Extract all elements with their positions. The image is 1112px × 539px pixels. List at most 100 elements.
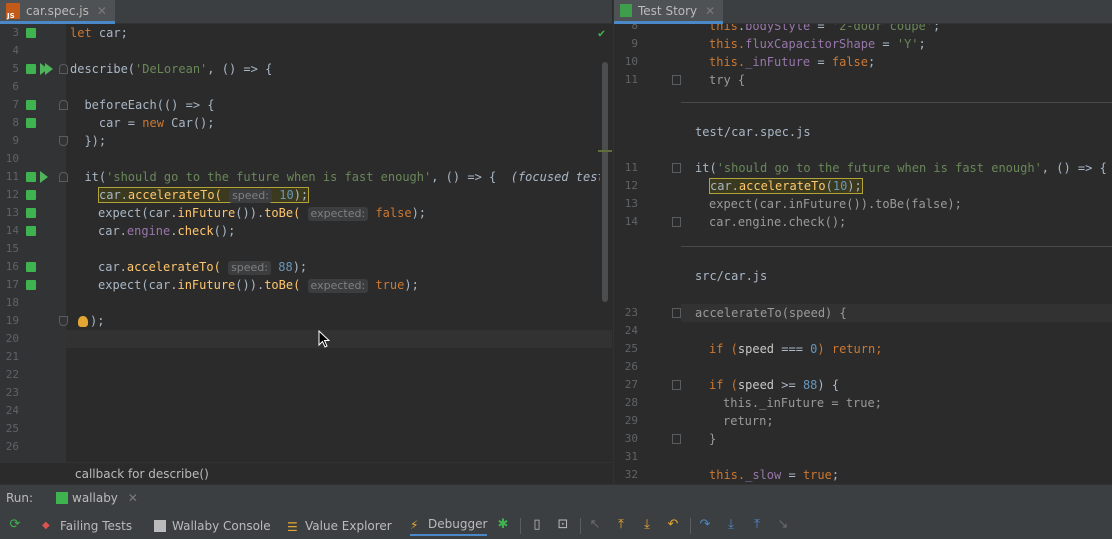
tab-car-spec-js[interactable]: car.spec.js ✕ (0, 0, 115, 24)
run-tool-window-header: Run: wallaby ✕ (0, 484, 1112, 512)
vertical-scrollbar[interactable] (602, 62, 608, 302)
fold-icon[interactable] (672, 308, 681, 318)
line-number: 22 (5, 368, 19, 381)
book-icon[interactable]: ▯ (530, 518, 544, 532)
story-line: car.engine.check(); (709, 215, 847, 229)
story-line: return; (723, 414, 774, 428)
run-label: Run: (6, 491, 34, 505)
coverage-indicator-icon (26, 28, 36, 38)
breadcrumb[interactable]: callback for describe() (0, 462, 612, 484)
gutter-line[interactable]: 13 (0, 204, 66, 222)
tab-value-explorer[interactable]: ☰ Value Explorer (287, 516, 392, 536)
fold-icon[interactable] (59, 316, 68, 326)
fold-icon[interactable] (672, 163, 681, 173)
gutter-line[interactable]: 26 (0, 438, 66, 456)
tab-debugger[interactable]: ⚡ Debugger (410, 516, 488, 536)
gutter-line[interactable]: 7 (0, 96, 68, 114)
gutter-line[interactable]: 10 (0, 150, 66, 168)
line-number: 3 (12, 26, 19, 39)
run-test-icon[interactable] (40, 171, 48, 183)
gutter-line[interactable]: 5 (0, 60, 68, 78)
tab-wallaby-console[interactable]: Wallaby Console (154, 516, 271, 536)
fold-icon[interactable] (672, 434, 681, 444)
gutter-line[interactable]: 25 (0, 420, 66, 438)
gutter-line[interactable]: 4 (0, 42, 66, 60)
tab-failing-tests[interactable]: ◆ Failing Tests (42, 516, 132, 536)
line-number: 23 (5, 386, 19, 399)
line-number: 24 (5, 404, 19, 417)
story-content[interactable]: 8 this.bodyStyle = '2-door coupe'; 9 thi… (614, 24, 1112, 484)
fold-icon[interactable] (59, 136, 68, 146)
coverage-indicator-icon (26, 190, 36, 200)
step-out-icon[interactable]: ⤒ (750, 518, 764, 532)
step-down-icon[interactable]: ⤓ (640, 518, 654, 532)
step-up-icon[interactable]: ⤒ (614, 518, 628, 532)
gutter-line[interactable]: 12 (0, 186, 66, 204)
focused-test-note: (focused test) (510, 170, 600, 184)
section-separator (681, 246, 1112, 247)
story-line: it('should go to the future when is fast… (695, 161, 1107, 175)
step-into-icon[interactable]: ⤓ (724, 518, 738, 532)
list-icon: ☰ (287, 520, 298, 534)
run-tab-wallaby[interactable]: wallaby ✕ (56, 491, 138, 505)
gutter-line[interactable]: 24 (0, 402, 66, 420)
gutter-line[interactable]: 15 (0, 240, 66, 258)
gutter-line[interactable]: 14 (0, 222, 66, 240)
lightbulb-icon[interactable] (78, 316, 88, 327)
left-gutter: 3 4 5 6 7 8 9 10 11 12 13 14 15 16 17 18 19 20 21 22 23 24 25 2… (0, 24, 68, 462)
gutter-line[interactable]: 6 (0, 78, 66, 96)
step-over-icon[interactable]: ↷ (698, 518, 712, 532)
fold-icon[interactable] (672, 75, 681, 85)
param-hint: speed: (229, 189, 272, 203)
code-line-17: expect(car.inFuture()).toBe( expected: t… (98, 278, 419, 293)
close-icon[interactable]: ✕ (97, 4, 107, 18)
story-line: this._inFuture = false; (709, 55, 876, 69)
fold-icon[interactable] (59, 172, 68, 182)
fold-icon[interactable] (672, 217, 681, 227)
tab-label: car.spec.js (26, 3, 89, 18)
gutter-line[interactable]: 17 (0, 276, 66, 294)
step-back-icon[interactable]: ↶ (666, 518, 680, 532)
section-title-src-file[interactable]: src/car.js (695, 267, 767, 285)
gutter-line[interactable]: 20 (0, 330, 66, 348)
fold-icon[interactable] (59, 64, 68, 74)
section-title-test-file[interactable]: test/car.spec.js (695, 123, 811, 141)
gutter-line[interactable]: 21 (0, 348, 66, 366)
rerun-icon[interactable]: ⟳ (8, 518, 22, 532)
tab-label: Test Story (638, 3, 698, 18)
code-line-14: car.engine.check(); (98, 224, 236, 238)
story-line: expect(car.inFuture()).toBe(false); (709, 197, 962, 211)
gutter-line[interactable]: 23 (0, 384, 66, 402)
coverage-indicator-icon (26, 172, 36, 182)
failing-tests-icon: ◆ (42, 520, 50, 531)
gutter-line[interactable]: 8 (0, 114, 66, 132)
code-area[interactable]: let car; describe('DeLorean', () => { be… (70, 24, 600, 462)
param-hint: speed: (228, 261, 271, 275)
gutter-line[interactable]: 22 (0, 366, 66, 384)
lock-icon[interactable]: ⊡ (556, 518, 570, 532)
breadcrumb-item[interactable]: callback for describe() (75, 467, 209, 481)
gutter-line[interactable]: 9 (0, 132, 68, 150)
close-icon[interactable]: ✕ (128, 491, 138, 505)
line-number: 13 (5, 206, 19, 219)
gutter-line[interactable]: 18 (0, 294, 66, 312)
close-icon[interactable]: ✕ (705, 4, 715, 18)
story-line: this.bodyStyle = '2-door coupe'; (709, 24, 941, 33)
tab-test-story[interactable]: Test Story ✕ (614, 0, 724, 24)
fold-icon[interactable] (672, 380, 681, 390)
gutter-line[interactable]: 11 (0, 168, 68, 186)
run-all-icon[interactable] (40, 63, 53, 75)
coverage-indicator-icon (26, 64, 36, 74)
gutter-line[interactable]: 19 (0, 312, 68, 330)
gutter-line[interactable]: 3 (0, 24, 66, 42)
bug-icon[interactable]: ✱ (496, 518, 510, 532)
run-to-cursor-disabled-icon[interactable]: ↘ (776, 518, 790, 532)
gutter-line[interactable]: 16 (0, 258, 66, 276)
story-line: if (speed === 0) return; (709, 342, 883, 356)
fold-icon[interactable] (59, 100, 68, 110)
left-tab-bar: car.spec.js ✕ (0, 0, 612, 24)
line-number: 17 (5, 278, 19, 291)
line-number: 7 (12, 98, 19, 111)
step-back-disabled-icon[interactable]: ↖ (588, 518, 602, 532)
line-number: 5 (12, 62, 19, 75)
